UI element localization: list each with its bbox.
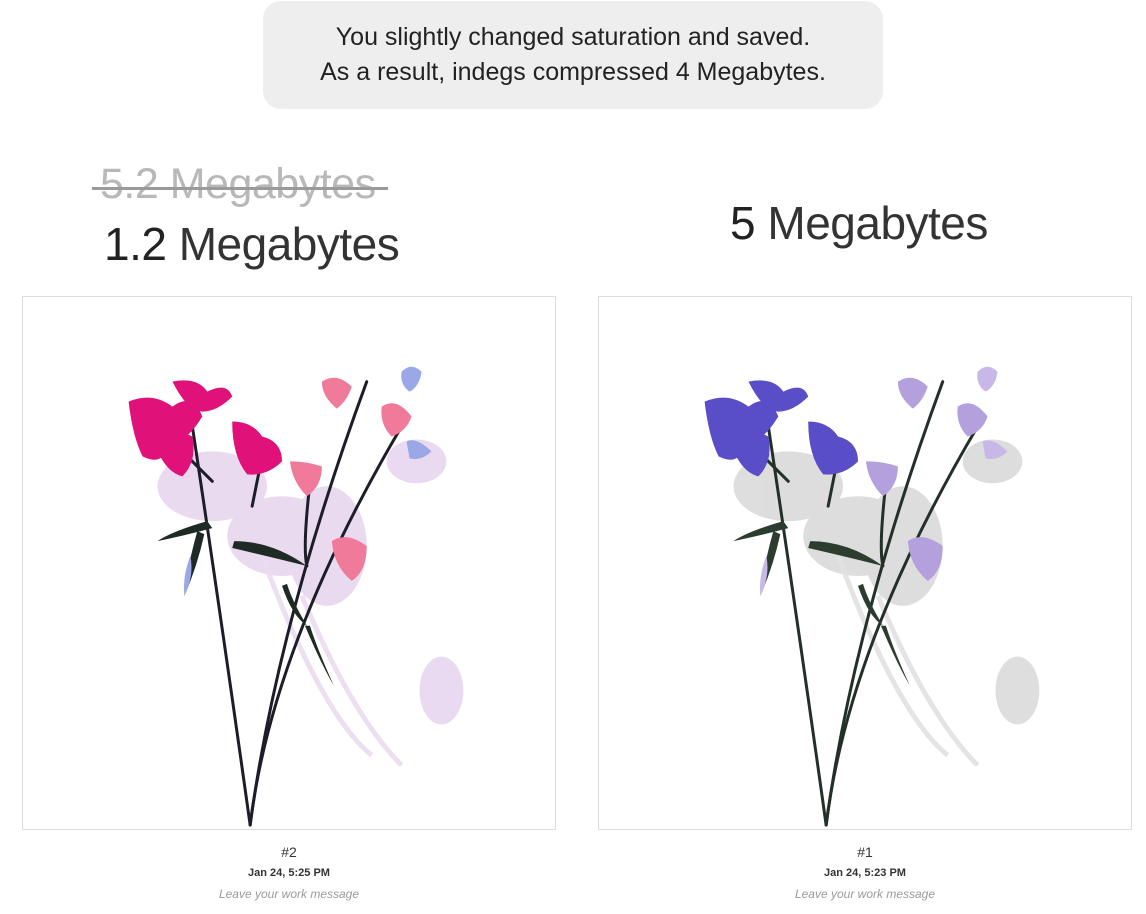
left-new-size-number: 1.2 (104, 218, 167, 270)
flower-photo-saturated (128, 366, 464, 827)
right-size-number: 5 (730, 197, 756, 249)
right-message-input[interactable]: Leave your work message (598, 885, 1132, 903)
left-old-size: 5.2 Megabytes (92, 160, 388, 209)
banner-line-1: You slightly changed saturation and save… (335, 23, 811, 51)
notification-banner: You slightly changed saturation and save… (263, 1, 883, 109)
right-meta: #1 Jan 24, 5:23 PM Leave your work messa… (598, 843, 1132, 903)
banner-line-2: As a result, indegs compressed 4 Megabyt… (320, 58, 826, 86)
left-version-label: #2 (281, 844, 297, 860)
left-meta: #2 Jan 24, 5:25 PM Leave your work messa… (22, 843, 556, 903)
right-image-frame[interactable] (598, 296, 1132, 830)
left-date-label: Jan 24, 5:25 PM (248, 867, 330, 879)
left-image-frame[interactable] (22, 296, 556, 830)
right-size: 5 Megabytes (730, 196, 988, 250)
left-new-size: 1.2 Megabytes (104, 217, 400, 271)
right-size-unit: Megabytes (767, 197, 988, 249)
strikethrough-line (92, 187, 388, 190)
flower-photo-original (704, 366, 1040, 827)
left-old-size-number: 5.2 (100, 160, 159, 208)
right-version-label: #1 (857, 844, 873, 860)
right-date-label: Jan 24, 5:23 PM (824, 867, 906, 879)
left-old-size-unit: Megabytes (169, 160, 376, 208)
left-new-size-unit: Megabytes (178, 218, 400, 270)
left-message-input[interactable]: Leave your work message (22, 885, 556, 903)
